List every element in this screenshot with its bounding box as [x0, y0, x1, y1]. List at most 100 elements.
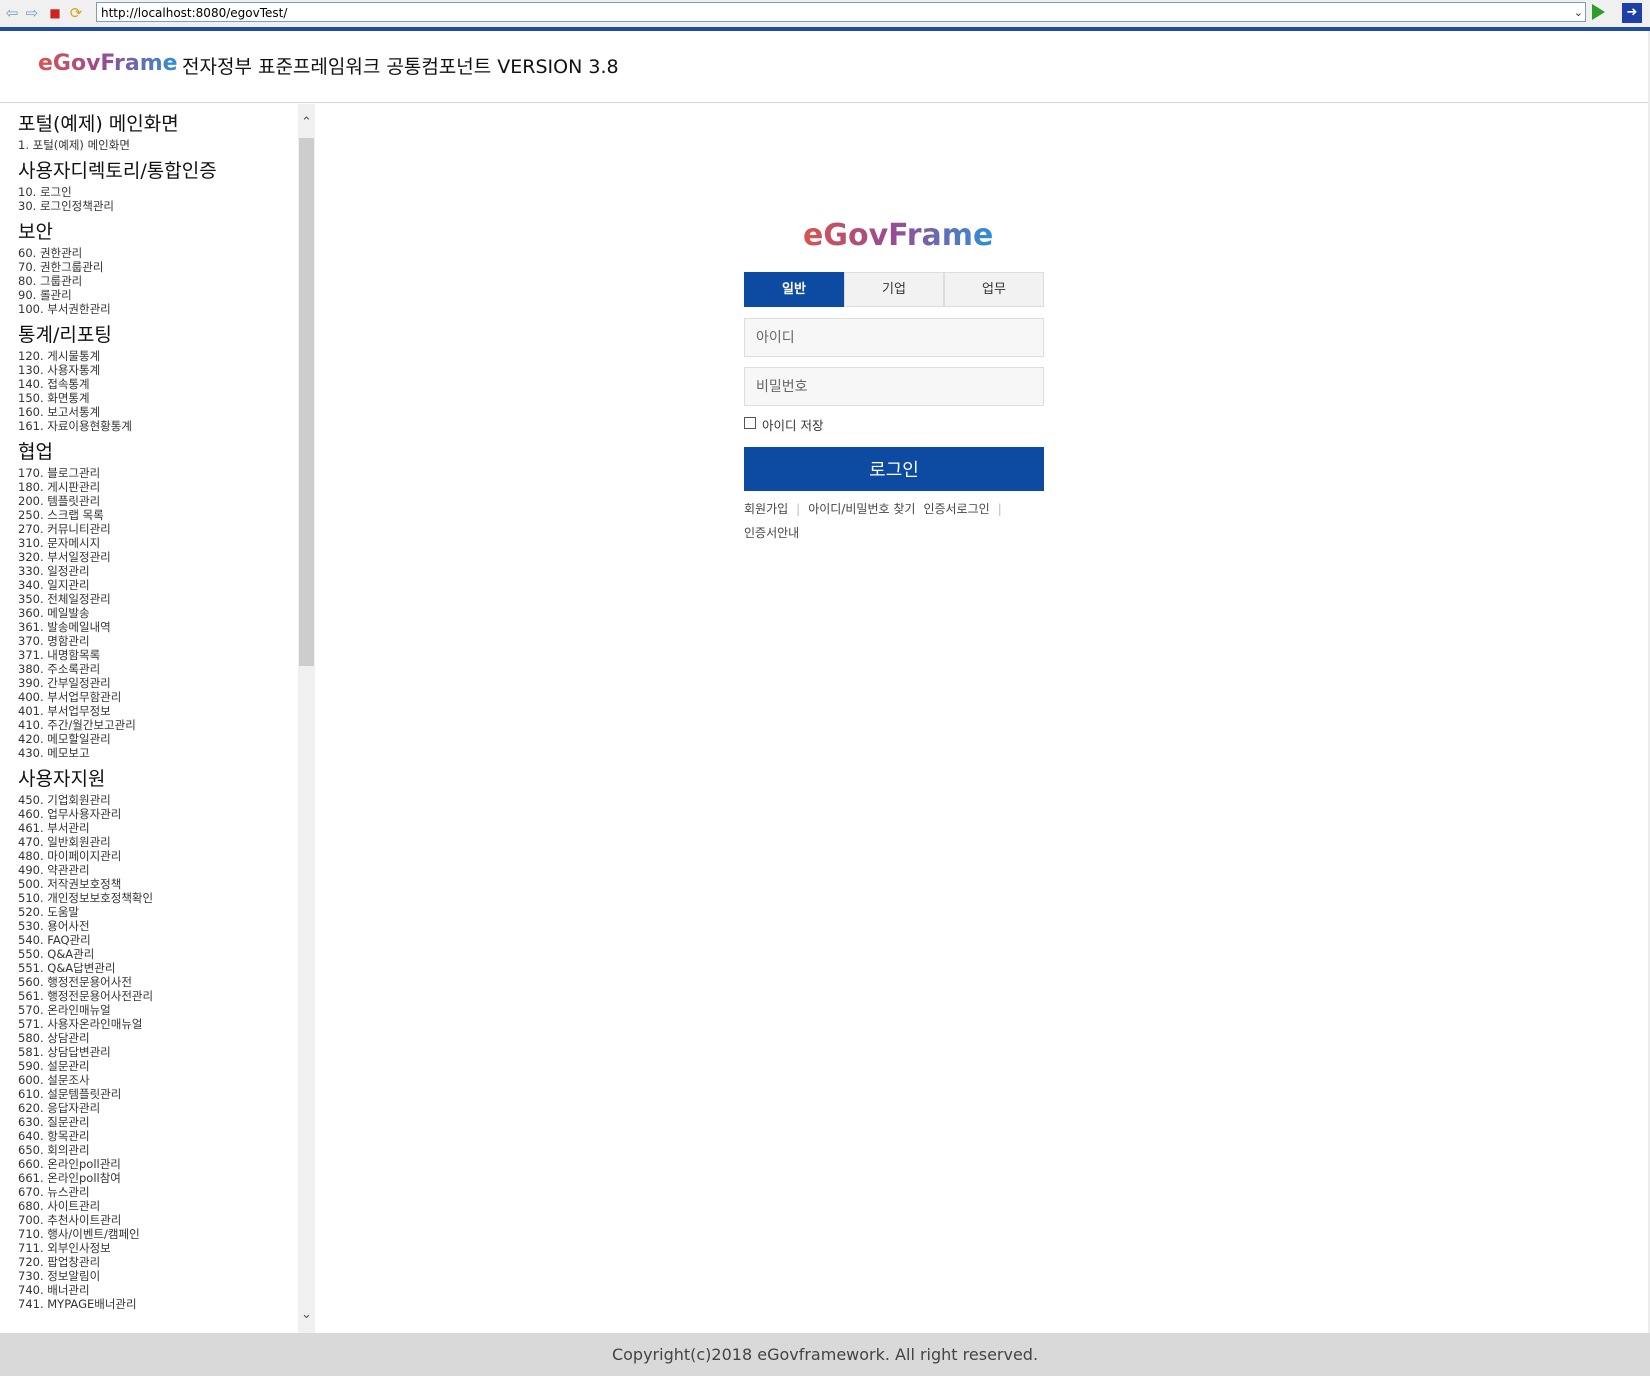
- sidebar-menu-item[interactable]: 741. MYPAGE배너관리: [18, 1297, 280, 1311]
- id-input[interactable]: [744, 318, 1044, 357]
- save-id-label[interactable]: 아이디 저장: [762, 415, 823, 434]
- sidebar-menu-item[interactable]: 740. 배너관리: [18, 1283, 280, 1297]
- sidebar-menu-item[interactable]: 620. 응답자관리: [18, 1101, 280, 1115]
- sidebar-menu-item[interactable]: 360. 메일발송: [18, 606, 280, 620]
- sidebar-menu-item[interactable]: 710. 행사/이벤트/캠페인: [18, 1227, 280, 1241]
- sidebar-menu-item[interactable]: 60. 권한관리: [18, 246, 280, 260]
- certificate-login-link[interactable]: 인증서로그인: [923, 502, 989, 516]
- password-input[interactable]: [744, 367, 1044, 406]
- sidebar-menu-item[interactable]: 461. 부서관리: [18, 821, 280, 835]
- sidebar-menu-item[interactable]: 80. 그룹관리: [18, 274, 280, 288]
- header-logo[interactable]: eGovFrame: [38, 51, 178, 76]
- sidebar-menu-item[interactable]: 630. 질문관리: [18, 1115, 280, 1129]
- sidebar-menu-item[interactable]: 350. 전체일정관리: [18, 592, 280, 606]
- sidebar-menu-item[interactable]: 150. 화면통계: [18, 391, 280, 405]
- sidebar-menu-item[interactable]: 551. Q&A답변관리: [18, 961, 280, 975]
- sidebar-menu-item[interactable]: 180. 게시판관리: [18, 480, 280, 494]
- sidebar-menu-item[interactable]: 270. 커뮤니티관리: [18, 522, 280, 536]
- sidebar-menu-item[interactable]: 460. 업무사용자관리: [18, 807, 280, 821]
- address-bar[interactable]: http://localhost:8080/egovTest/ ⌄: [96, 2, 1586, 22]
- sidebar-menu-item[interactable]: 410. 주간/월간보고관리: [18, 718, 280, 732]
- sidebar-menu-item[interactable]: 361. 발송메일내역: [18, 620, 280, 634]
- sidebar-menu-item[interactable]: 730. 정보알림이: [18, 1269, 280, 1283]
- sidebar-menu-item[interactable]: 661. 온라인poll참여: [18, 1171, 280, 1185]
- page-header: eGovFrame 전자정부 표준프레임워크 공통컴포넌트 VERSION 3.…: [0, 31, 1648, 103]
- sidebar-menu-item[interactable]: 561. 행정전문용어사전관리: [18, 989, 280, 1003]
- sidebar-menu-item[interactable]: 371. 내명함목록: [18, 648, 280, 662]
- sidebar-menu-item[interactable]: 660. 온라인poll관리: [18, 1157, 280, 1171]
- sidebar-menu-item[interactable]: 100. 부서권한관리: [18, 302, 280, 316]
- scroll-up-icon[interactable]: ⌃: [298, 114, 315, 131]
- sidebar-menu-item[interactable]: 550. Q&A관리: [18, 947, 280, 961]
- tab-enterprise[interactable]: 기업: [844, 272, 944, 307]
- sidebar-menu-item[interactable]: 670. 뉴스관리: [18, 1185, 280, 1199]
- sidebar-menu-item[interactable]: 140. 접속통계: [18, 377, 280, 391]
- sidebar-menu-item[interactable]: 510. 개인정보보호정책확인: [18, 891, 280, 905]
- sidebar-menu-item[interactable]: 571. 사용자온라인매뉴얼: [18, 1017, 280, 1031]
- sidebar-menu-list: 포털(예제) 메인화면 1. 포털(예제) 메인화면 사용자디렉토리/통합인증 10.…: [18, 111, 280, 1311]
- sidebar-menu-item[interactable]: 600. 설문조사: [18, 1073, 280, 1087]
- sidebar-menu-item[interactable]: 30. 로그인정책관리: [18, 199, 280, 213]
- save-id-checkbox[interactable]: [744, 417, 756, 429]
- certificate-guide-link[interactable]: 인증서안내: [744, 526, 799, 540]
- sidebar-menu-item[interactable]: 540. FAQ관리: [18, 933, 280, 947]
- go-icon[interactable]: [1592, 4, 1605, 20]
- sidebar-group-title: 사용자지원: [18, 768, 106, 790]
- scroll-down-icon[interactable]: ⌄: [298, 1306, 315, 1323]
- sidebar-menu-item[interactable]: 10. 로그인: [18, 185, 280, 199]
- sidebar-menu-item[interactable]: 520. 도움말: [18, 905, 280, 919]
- find-id-password-link[interactable]: 아이디/비밀번호 찾기: [808, 502, 915, 516]
- sidebar-menu-item[interactable]: 590. 설문관리: [18, 1059, 280, 1073]
- sidebar-menu-item[interactable]: 320. 부서일정관리: [18, 550, 280, 564]
- sidebar-menu-item[interactable]: 450. 기업회원관리: [18, 793, 280, 807]
- forward-icon[interactable]: ⇨: [23, 4, 41, 22]
- sidebar-menu-item[interactable]: 330. 일정관리: [18, 564, 280, 578]
- sidebar-menu-item[interactable]: 250. 스크랩 목록: [18, 508, 280, 522]
- sidebar-scrollbar[interactable]: ⌃ ⌄: [298, 104, 315, 1333]
- sidebar-menu-item[interactable]: 700. 추천사이트관리: [18, 1213, 280, 1227]
- sidebar-menu-item[interactable]: 90. 롤관리: [18, 288, 280, 302]
- sidebar-menu-item[interactable]: 720. 팝업창관리: [18, 1255, 280, 1269]
- sidebar-menu-item[interactable]: 1. 포털(예제) 메인화면: [18, 138, 280, 152]
- stop-icon[interactable]: ■: [46, 4, 64, 22]
- tab-business[interactable]: 업무: [944, 272, 1044, 307]
- sidebar-menu-item[interactable]: 640. 항목관리: [18, 1129, 280, 1143]
- sidebar-menu-item[interactable]: 570. 온라인매뉴얼: [18, 1003, 280, 1017]
- sidebar-menu-item[interactable]: 580. 상담관리: [18, 1031, 280, 1045]
- scrollbar-thumb[interactable]: [299, 138, 314, 666]
- sidebar-menu-item[interactable]: 650. 회의관리: [18, 1143, 280, 1157]
- dropdown-icon[interactable]: ⌄: [1574, 3, 1583, 23]
- sidebar-menu-item[interactable]: 170. 블로그관리: [18, 466, 280, 480]
- sidebar-menu-item[interactable]: 581. 상담답변관리: [18, 1045, 280, 1059]
- sidebar-menu-item[interactable]: 400. 부서업무함관리: [18, 690, 280, 704]
- sidebar-menu-item[interactable]: 500. 저작권보호정책: [18, 877, 280, 891]
- sidebar-menu-item[interactable]: 380. 주소록관리: [18, 662, 280, 676]
- sidebar-menu-item[interactable]: 490. 약관관리: [18, 863, 280, 877]
- sidebar-menu-item[interactable]: 130. 사용자통계: [18, 363, 280, 377]
- sidebar-menu-item[interactable]: 430. 메모보고: [18, 746, 280, 760]
- sidebar-menu-item[interactable]: 370. 명함관리: [18, 634, 280, 648]
- sidebar-menu-item[interactable]: 160. 보고서통계: [18, 405, 280, 419]
- sidebar-menu-item[interactable]: 610. 설문템플릿관리: [18, 1087, 280, 1101]
- sidebar-menu-item[interactable]: 310. 문자메시지: [18, 536, 280, 550]
- sidebar-menu-item[interactable]: 680. 사이트관리: [18, 1199, 280, 1213]
- sidebar-menu-item[interactable]: 70. 권한그룹관리: [18, 260, 280, 274]
- sidebar-menu-item[interactable]: 530. 용어사전: [18, 919, 280, 933]
- sidebar-menu-item[interactable]: 560. 행정전문용어사전: [18, 975, 280, 989]
- sidebar-menu-item[interactable]: 340. 일지관리: [18, 578, 280, 592]
- tab-general[interactable]: 일반: [744, 272, 844, 307]
- sidebar-menu-item[interactable]: 401. 부서업무정보: [18, 704, 280, 718]
- sidebar-menu-item[interactable]: 161. 자료이용현황통계: [18, 419, 280, 433]
- sidebar-menu-item[interactable]: 420. 메모할일관리: [18, 732, 280, 746]
- sidebar-menu-item[interactable]: 480. 마이페이지관리: [18, 849, 280, 863]
- back-icon[interactable]: ⇦: [3, 4, 21, 22]
- refresh-icon[interactable]: ⟳: [67, 4, 85, 22]
- extension-icon[interactable]: ➜: [1622, 3, 1642, 23]
- sidebar-menu-item[interactable]: 470. 일반회원관리: [18, 835, 280, 849]
- sidebar-menu-item[interactable]: 711. 외부인사정보: [18, 1241, 280, 1255]
- login-button[interactable]: 로그인: [744, 447, 1044, 491]
- sidebar-menu-item[interactable]: 390. 간부일정관리: [18, 676, 280, 690]
- signup-link[interactable]: 회원가입: [744, 502, 788, 516]
- sidebar-menu-item[interactable]: 200. 템플릿관리: [18, 494, 280, 508]
- sidebar-menu-item[interactable]: 120. 게시물통계: [18, 349, 280, 363]
